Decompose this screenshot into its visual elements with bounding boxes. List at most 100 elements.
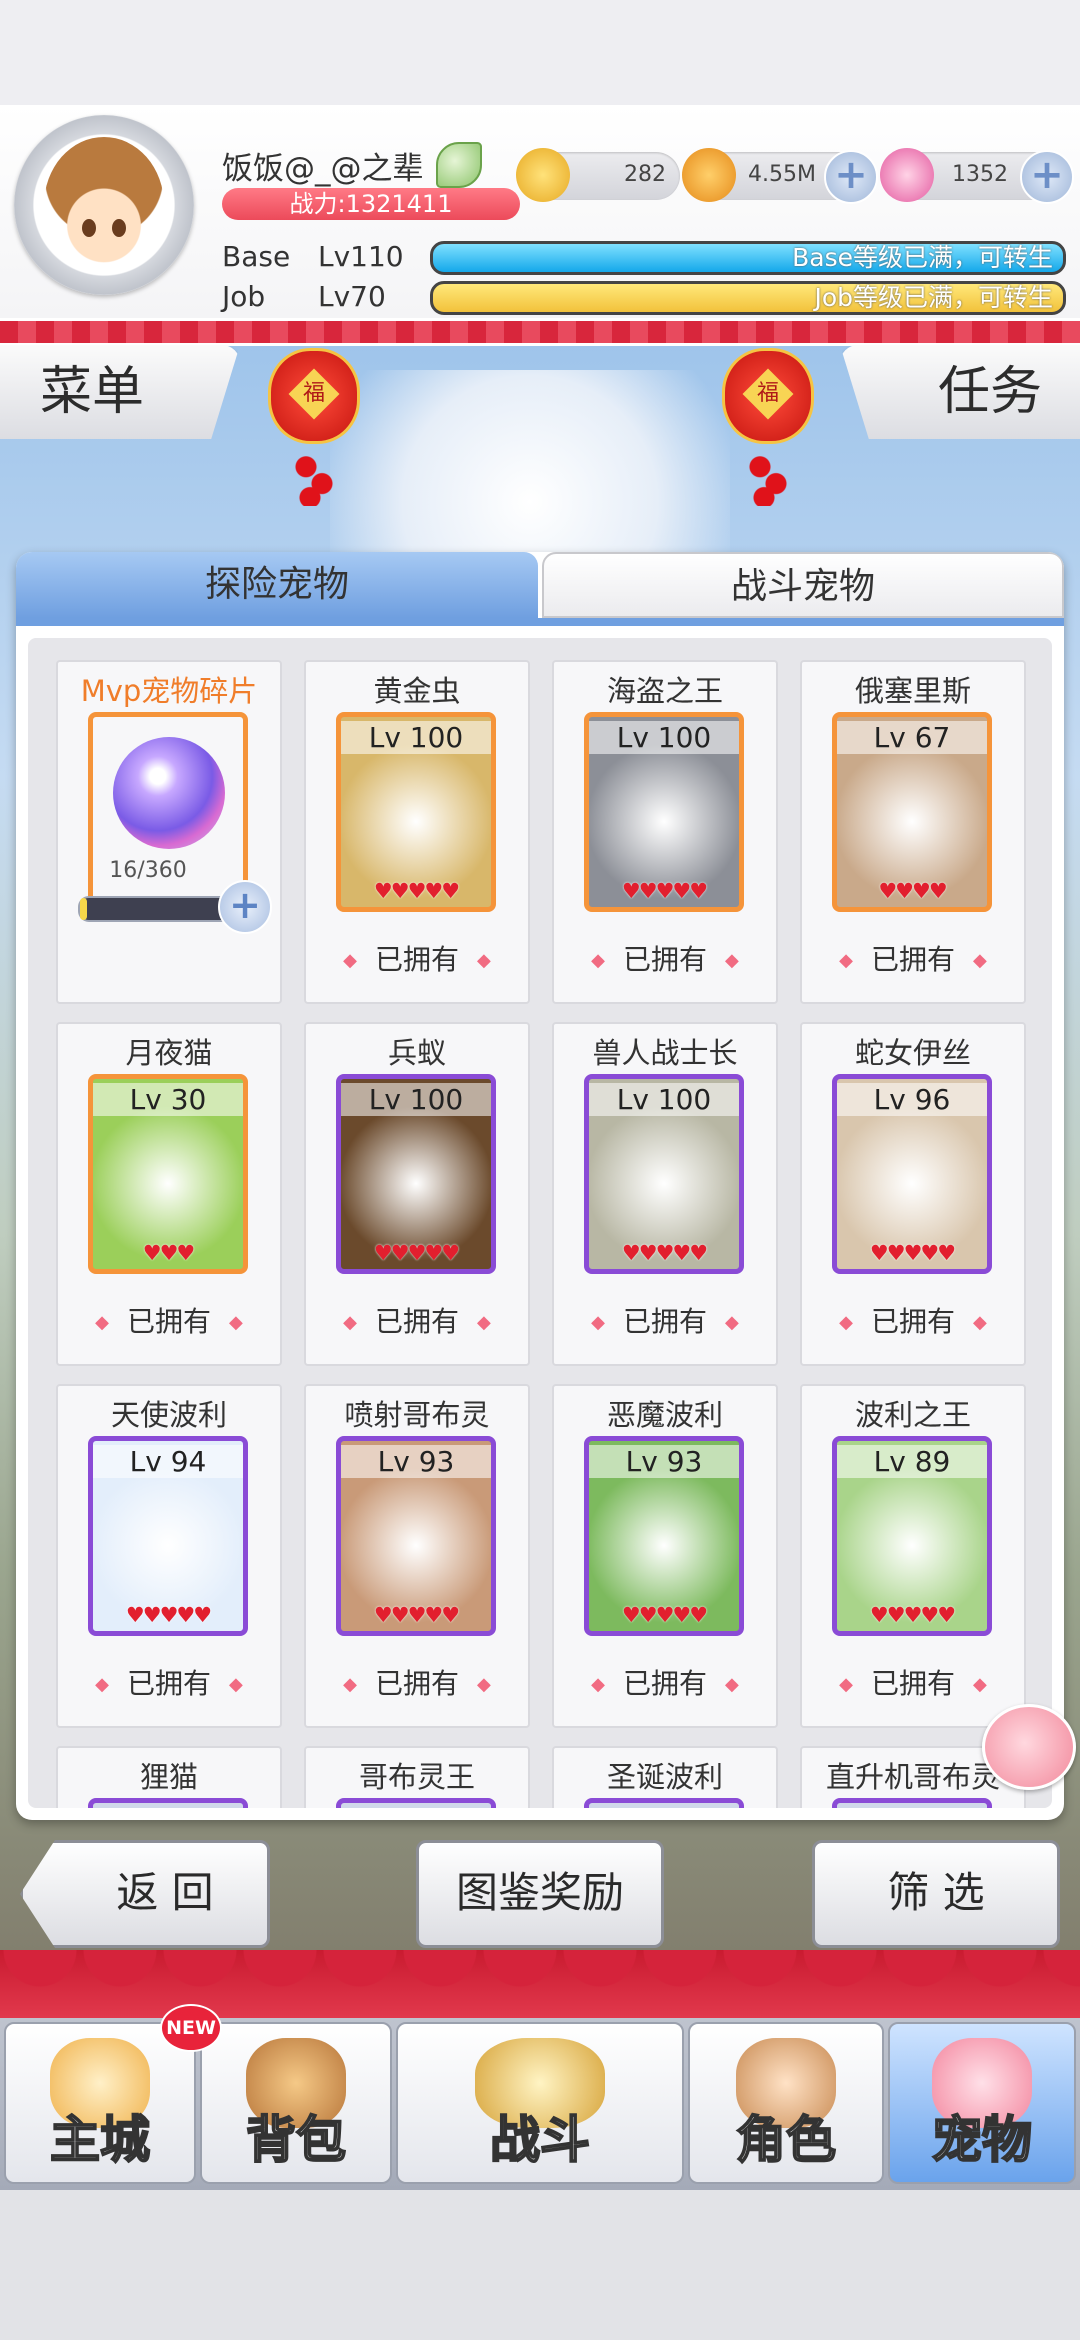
pet-name: 兵蚁 bbox=[387, 1036, 446, 1070]
nav-bag[interactable]: 背包 bbox=[200, 2022, 392, 2184]
owned-label: 已拥有 bbox=[58, 1662, 280, 1702]
mvp-fragment-count: 16/360 bbox=[109, 858, 187, 883]
quest-button[interactable]: 任务 bbox=[840, 345, 1080, 439]
pet-level: Lv 67 bbox=[837, 721, 987, 754]
owned-label: 已拥有 bbox=[306, 1662, 528, 1702]
pet-card[interactable]: 蛇女伊丝 Lv 96 ♥♥♥♥♥ 已拥有 bbox=[800, 1022, 1026, 1366]
pet-name: 海盗之王 bbox=[606, 674, 723, 708]
pet-hearts: ♥♥♥♥♥ bbox=[125, 1603, 212, 1627]
pet-name: 月夜猫 bbox=[125, 1036, 213, 1070]
mvp-add-button[interactable]: + bbox=[218, 880, 272, 934]
lantern-right-char: 福 bbox=[756, 380, 780, 406]
pet-card[interactable]: 恶魔波利 Lv 93 ♥♥♥♥♥ 已拥有 bbox=[552, 1384, 778, 1728]
filter-button[interactable]: 筛 选 bbox=[812, 1840, 1060, 1948]
pet-portrait: Lv 100 ♥♥♥♥♥ bbox=[584, 1074, 744, 1274]
pet-hearts: ♥♥♥♥♥ bbox=[869, 1241, 956, 1265]
pet-name: 兽人战士长 bbox=[592, 1036, 738, 1070]
pet-card[interactable]: 狸猫 bbox=[56, 1746, 282, 1808]
pet-card[interactable]: 喷射哥布灵 Lv 93 ♥♥♥♥♥ 已拥有 bbox=[304, 1384, 530, 1728]
gem-value: 1352 bbox=[952, 162, 1008, 187]
base-label: Base bbox=[222, 240, 291, 273]
avatar[interactable] bbox=[14, 115, 194, 295]
owned-label: 已拥有 bbox=[306, 1300, 528, 1340]
pet-card[interactable]: 黄金虫 Lv 100 ♥♥♥♥♥ 已拥有 bbox=[304, 660, 530, 1004]
pet-name: 哥布灵王 bbox=[358, 1760, 475, 1794]
pet-hearts: ♥♥♥ bbox=[142, 1241, 195, 1265]
job-level: Lv70 bbox=[318, 280, 386, 313]
pet-hearts: ♥♥♥♥♥ bbox=[621, 879, 708, 903]
pet-hearts: ♥♥♥♥♥ bbox=[373, 879, 460, 903]
gold-coin-icon bbox=[682, 148, 736, 202]
poring-mascot-icon[interactable] bbox=[982, 1704, 1076, 1790]
collection-reward-button[interactable]: 图鉴奖励 bbox=[416, 1840, 664, 1948]
base-level: Lv110 bbox=[318, 240, 404, 273]
pet-hearts: ♥♥♥♥♥ bbox=[373, 1241, 460, 1265]
pet-portrait bbox=[584, 1798, 744, 1808]
pet-name: 恶魔波利 bbox=[606, 1398, 723, 1432]
pet-hearts: ♥♥♥♥ bbox=[878, 879, 947, 903]
back-button[interactable]: 返 回 bbox=[20, 1840, 270, 1948]
owned-label: 已拥有 bbox=[554, 1300, 776, 1340]
tab-battle-pets[interactable]: 战斗宠物 bbox=[542, 552, 1064, 618]
pet-grid[interactable]: Mvp宠物碎片 16/360 + 黄金虫 Lv 100 ♥♥♥♥♥ 已拥有 海盗之王 Lv… bbox=[28, 638, 1052, 1808]
pet-level: Lv 100 bbox=[589, 721, 739, 754]
owned-label: 已拥有 bbox=[802, 1300, 1024, 1340]
pet-name: 圣诞波利 bbox=[606, 1760, 723, 1794]
pet-level: Lv 30 bbox=[93, 1083, 243, 1116]
add-gold-button[interactable]: + bbox=[824, 150, 878, 204]
nav-battle[interactable]: 战斗 bbox=[396, 2022, 684, 2184]
pet-name: 俄塞里斯 bbox=[854, 674, 971, 708]
pet-level: Lv 100 bbox=[341, 1083, 491, 1116]
pet-portrait: Lv 100 ♥♥♥♥♥ bbox=[336, 712, 496, 912]
pet-name: 喷射哥布灵 bbox=[344, 1398, 490, 1432]
pet-name: 天使波利 bbox=[110, 1398, 227, 1432]
pet-card[interactable]: 俄塞里斯 Lv 67 ♥♥♥♥ 已拥有 bbox=[800, 660, 1026, 1004]
nav-pet[interactable]: 宠物 bbox=[888, 2022, 1076, 2184]
lantern-left-icon: 福 bbox=[268, 340, 360, 510]
owned-label: 已拥有 bbox=[554, 1662, 776, 1702]
nav-main-city[interactable]: 主城 bbox=[4, 2022, 196, 2184]
pet-portrait bbox=[832, 1798, 992, 1808]
zeny-counter: 282 bbox=[516, 148, 680, 202]
pet-level: Lv 100 bbox=[589, 1083, 739, 1116]
gold-value: 4.55M bbox=[748, 162, 816, 187]
owned-label: 已拥有 bbox=[58, 1300, 280, 1340]
pet-level: Lv 93 bbox=[341, 1445, 491, 1478]
pet-level: Lv 96 bbox=[837, 1083, 987, 1116]
pet-card[interactable]: 海盗之王 Lv 100 ♥♥♥♥♥ 已拥有 bbox=[552, 660, 778, 1004]
nav-character[interactable]: 角色 bbox=[688, 2022, 884, 2184]
zeny-value: 282 bbox=[624, 162, 666, 187]
pet-portrait bbox=[336, 1798, 496, 1808]
pet-card[interactable]: 波利之王 Lv 89 ♥♥♥♥♥ 已拥有 bbox=[800, 1384, 1026, 1728]
gem-icon bbox=[880, 148, 934, 202]
pet-card[interactable]: 兽人战士长 Lv 100 ♥♥♥♥♥ 已拥有 bbox=[552, 1022, 778, 1366]
pet-card[interactable]: 天使波利 Lv 94 ♥♥♥♥♥ 已拥有 bbox=[56, 1384, 282, 1728]
pet-card[interactable]: 哥布灵王 bbox=[304, 1746, 530, 1808]
bottom-nav: 主城 背包 战斗 角色 宠物 bbox=[0, 2018, 1080, 2190]
gold-counter: 4.55M + bbox=[682, 148, 878, 204]
job-exp-bar: Job等级已满，可转生 bbox=[430, 281, 1066, 315]
player-name: 饭饭@_@之辈 bbox=[222, 151, 424, 187]
mvp-fragment-card[interactable]: Mvp宠物碎片 16/360 + bbox=[56, 660, 282, 1004]
pet-hearts: ♥♥♥♥♥ bbox=[869, 1603, 956, 1627]
mvp-card-title: Mvp宠物碎片 bbox=[80, 674, 258, 708]
nav-label-battle: 战斗 bbox=[489, 2110, 591, 2170]
menu-button[interactable]: 菜单 bbox=[0, 345, 240, 439]
pet-card[interactable]: 圣诞波利 bbox=[552, 1746, 778, 1808]
pet-hearts: ♥♥♥♥♥ bbox=[373, 1603, 460, 1627]
owned-label: 已拥有 bbox=[802, 1662, 1024, 1702]
tab-explore-pets[interactable]: 探险宠物 bbox=[16, 552, 538, 618]
pet-card[interactable]: 兵蚁 Lv 100 ♥♥♥♥♥ 已拥有 bbox=[304, 1022, 530, 1366]
pet-name: 狸猫 bbox=[139, 1760, 198, 1794]
zeny-coin-icon bbox=[516, 148, 570, 202]
lantern-left-char: 福 bbox=[302, 380, 326, 406]
pet-portrait: Lv 89 ♥♥♥♥♥ bbox=[832, 1436, 992, 1636]
add-gem-button[interactable]: + bbox=[1020, 150, 1074, 204]
pet-level: Lv 100 bbox=[341, 721, 491, 754]
pet-card[interactable]: 月夜猫 Lv 30 ♥♥♥ 已拥有 bbox=[56, 1022, 282, 1366]
pet-level: Lv 94 bbox=[93, 1445, 243, 1478]
pet-portrait: Lv 93 ♥♥♥♥♥ bbox=[584, 1436, 744, 1636]
pet-name: 波利之王 bbox=[854, 1398, 971, 1432]
pet-portrait: Lv 96 ♥♥♥♥♥ bbox=[832, 1074, 992, 1274]
pet-collection-panel: 探险宠物 战斗宠物 Mvp宠物碎片 16/360 + 黄金虫 Lv 100 ♥♥♥♥… bbox=[16, 552, 1064, 1820]
